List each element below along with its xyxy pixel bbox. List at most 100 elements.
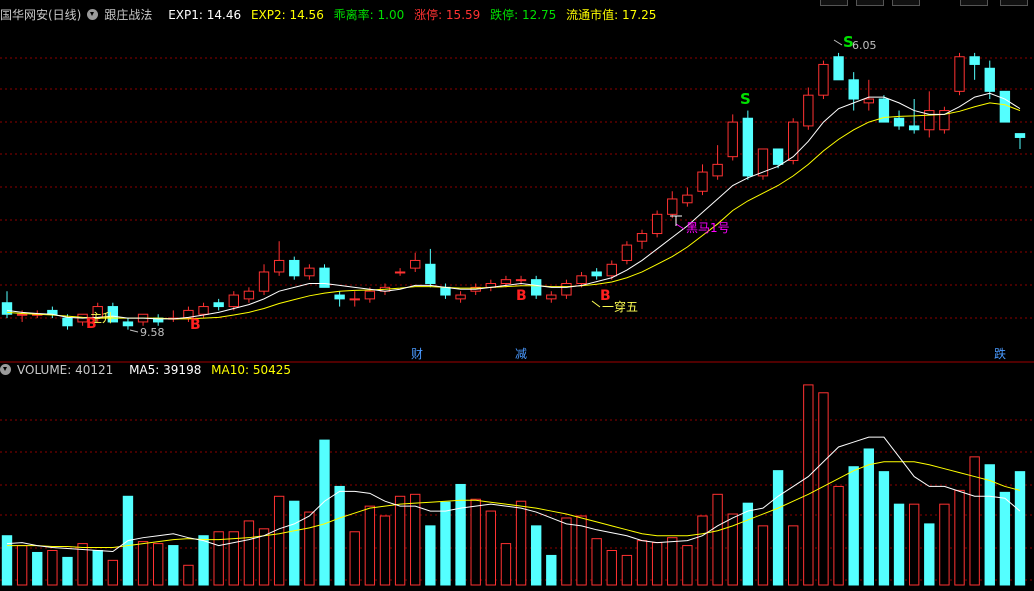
volume-bar	[273, 495, 285, 586]
stock-chart-canvas: S 6.05 S 主升 9.58 B B B B 黑马1号 一穿五 财 减 跌	[0, 33, 1034, 586]
candle-body	[908, 125, 920, 131]
cross-five-label: 一穿五	[602, 299, 638, 314]
volume-bar	[379, 515, 391, 586]
candle-body	[697, 171, 708, 192]
dropdown-circle-icon	[87, 9, 99, 20]
high-price-label: 6.05	[852, 39, 877, 52]
candle-body	[561, 283, 572, 296]
arrow-low-pointer	[129, 329, 139, 333]
buy-signal-b3: B	[516, 288, 527, 304]
toolbar-button-4[interactable]	[960, 0, 988, 6]
candle-body	[258, 271, 270, 292]
volume-bar	[485, 510, 497, 586]
candle-body	[500, 279, 512, 285]
candle-body	[833, 56, 844, 81]
limit-down-value: 跌停: 12.75	[490, 8, 557, 22]
volume-bar	[425, 525, 436, 586]
exp1-value: EXP1: 14.46	[168, 8, 242, 22]
buy-signal-b1: B	[86, 316, 97, 332]
volume-bar	[772, 470, 784, 586]
candle-body	[863, 98, 874, 104]
volume-bar	[394, 495, 406, 586]
buy-signal-b2: B	[190, 317, 201, 333]
volume-bar	[92, 550, 103, 586]
volume-bar	[289, 500, 300, 586]
candle-body	[772, 148, 784, 165]
candle-body	[727, 121, 738, 158]
exp2-value: EXP2: 14.56	[250, 8, 324, 22]
volume-bar	[258, 528, 270, 586]
candle-body	[349, 298, 360, 301]
toolbar-button-3[interactable]	[892, 0, 920, 6]
volume-bar	[455, 483, 466, 586]
volume-bar	[803, 384, 814, 586]
indicator-selector[interactable]: 跟庄战法	[87, 8, 158, 22]
volume-bar	[32, 551, 43, 586]
dark-horse-label: 黑马1号	[686, 221, 730, 235]
volume-bar	[183, 564, 194, 586]
price-panel	[0, 52, 1034, 363]
price-ma-white-line	[6, 92, 1021, 320]
toolbar-button-2[interactable]	[856, 0, 884, 6]
dropdown-circle-icon	[0, 364, 11, 375]
volume-bar	[153, 543, 164, 586]
candle-body	[530, 279, 542, 296]
volume-bar	[364, 505, 376, 586]
volume-bar	[440, 501, 451, 586]
price-header: 国华网安(日线) 跟庄战法 EXP1: 14.46 EXP2: 14.56 乖离率…	[0, 6, 662, 24]
candle-body	[334, 294, 345, 300]
volume-bar	[168, 545, 179, 586]
candle-body	[410, 259, 421, 269]
candle-body	[621, 244, 633, 261]
deviation-value: 乖离率: 1.00	[333, 8, 405, 22]
volume-bar	[818, 392, 829, 586]
volume-bar	[924, 523, 935, 586]
volume-bar	[636, 540, 648, 586]
volume-bar	[107, 559, 119, 586]
volume-selector[interactable]: VOLUME: 40121	[0, 363, 119, 377]
candle-body	[803, 94, 814, 127]
stock-name: 国华网安(日线)	[0, 8, 82, 22]
candle-body	[228, 294, 239, 308]
event-finance-label: 财	[411, 347, 423, 361]
toolbar-button-1[interactable]	[820, 0, 848, 6]
arrow-dark-horse	[675, 223, 685, 230]
volume-bar	[243, 520, 255, 586]
candle-body	[16, 313, 28, 316]
volume-bar	[530, 525, 542, 586]
volume-bar	[848, 466, 859, 586]
volume-bar	[863, 448, 874, 586]
volume-ma5: MA5: 39198	[129, 363, 202, 377]
event-reduce-label: 减	[515, 347, 527, 361]
event-drop-label: 跌	[994, 346, 1006, 361]
candle-body	[364, 290, 376, 300]
volume-bar	[621, 554, 633, 586]
volume-bar	[833, 485, 844, 586]
candle-body	[122, 321, 134, 327]
candle-body	[667, 198, 678, 215]
candle-body	[893, 117, 905, 127]
price-ma-yellow-line	[6, 102, 1021, 320]
candle-body	[651, 213, 663, 235]
sell-signal-s-top: S	[843, 33, 854, 51]
volume-bar	[742, 502, 754, 586]
candle-body	[591, 271, 602, 277]
volume-bar	[757, 525, 769, 586]
candle-body	[788, 121, 799, 162]
volume-bar	[334, 485, 345, 586]
candle-body	[954, 56, 965, 92]
candle-body	[742, 117, 754, 177]
volume-bar	[16, 545, 28, 586]
candle-body	[304, 267, 315, 277]
volume-bar	[410, 493, 421, 586]
toolbar-button-5[interactable]	[1000, 0, 1028, 6]
volume-header: VOLUME: 40121 MA5: 39198 MA10: 50425	[0, 361, 297, 379]
candle-body	[969, 56, 980, 65]
candle-body	[546, 294, 557, 300]
volume-panel	[0, 384, 1034, 586]
arrow-high	[833, 39, 843, 46]
volume-bar	[470, 498, 481, 586]
volume-bar	[908, 503, 920, 586]
candle-body	[636, 233, 648, 242]
candle-body	[606, 263, 617, 277]
